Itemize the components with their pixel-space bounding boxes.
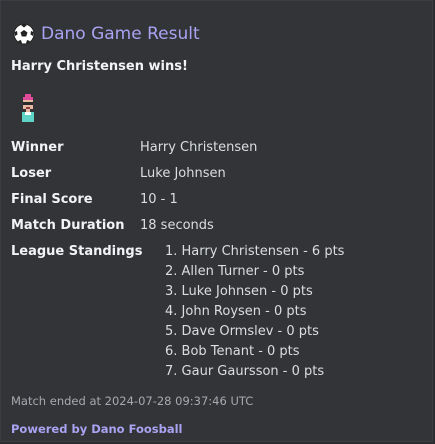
winner-label: Winner [11, 140, 64, 155]
loser-value: Luke Johnsen [140, 166, 226, 181]
standings-item: 6. Bob Tenant - 0 pts [165, 344, 300, 359]
standings-item: 2. Allen Turner - 0 pts [165, 264, 305, 279]
standings-item: 5. Dave Ormslev - 0 pts [165, 324, 319, 339]
loser-label: Loser [11, 166, 52, 181]
standings-item: 3. Luke Johnsen - 0 pts [165, 284, 313, 299]
soccer-ball-icon [13, 23, 35, 45]
powered-by-link[interactable]: Powered by Dano Foosball [11, 422, 183, 436]
standings-item: 4. John Roysen - 0 pts [165, 304, 307, 319]
game-result-embed: Dano Game Result Harry Christensen wins!… [0, 0, 433, 442]
league-standings-list: 1. Harry Christensen - 6 pts 2. Allen Tu… [165, 242, 344, 382]
pixel-avatar [17, 92, 39, 126]
embed-description: Harry Christensen wins! [11, 59, 188, 74]
match-duration-value: 18 seconds [140, 218, 214, 233]
embed-header: Dano Game Result [13, 23, 200, 45]
standings-item: 7. Gaur Gaursson - 0 pts [165, 364, 325, 379]
embed-title[interactable]: Dano Game Result [41, 23, 200, 45]
match-timestamp: Match ended at 2024-07-28 09:37:46 UTC [11, 394, 254, 408]
standings-item: 1. Harry Christensen - 6 pts [165, 244, 345, 259]
final-score-label: Final Score [11, 192, 93, 207]
winner-value: Harry Christensen [140, 140, 258, 155]
league-standings-label: League Standings [11, 244, 143, 259]
match-duration-label: Match Duration [11, 218, 125, 233]
final-score-value: 10 - 1 [140, 192, 178, 207]
